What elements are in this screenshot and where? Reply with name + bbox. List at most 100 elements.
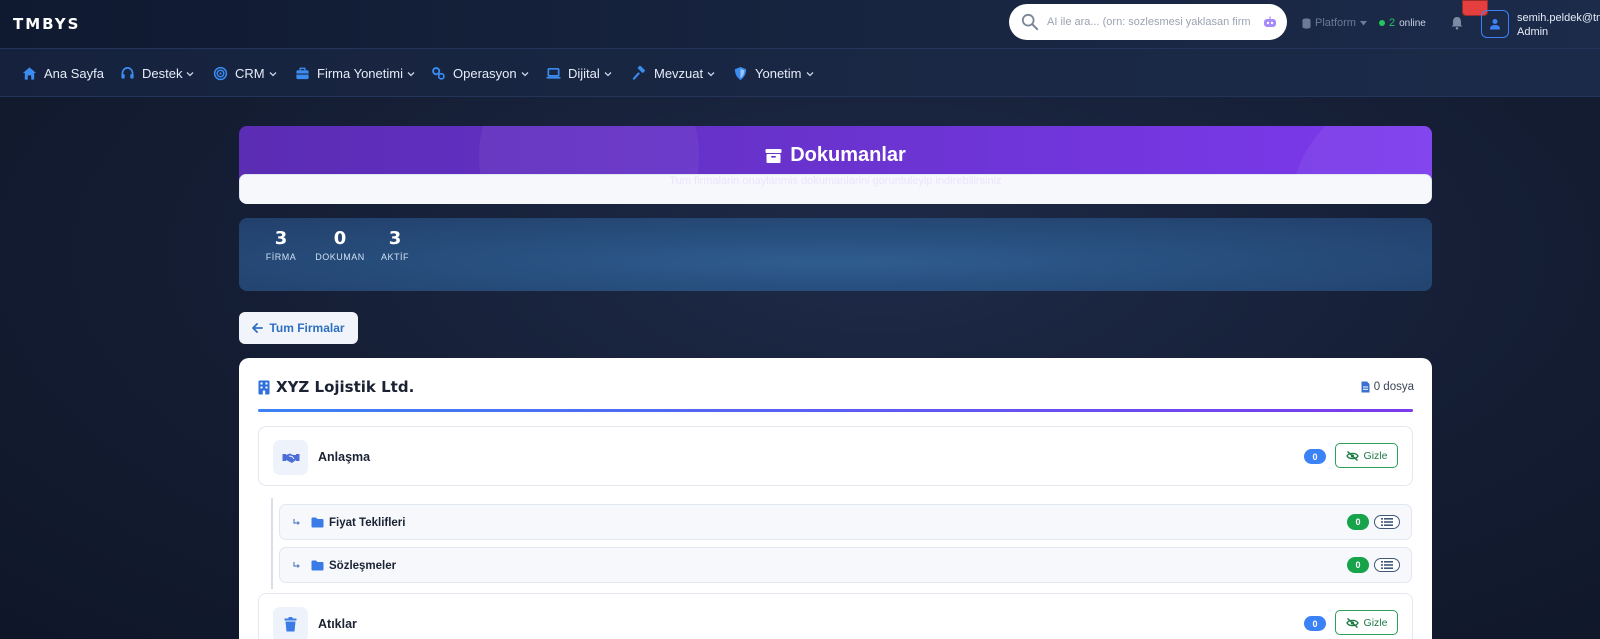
stat-dokuman: 0 DOKUMAN — [314, 228, 366, 262]
folder-name: Anlaşma — [318, 450, 371, 464]
folder-icon — [311, 560, 324, 571]
robot-icon[interactable] — [1263, 16, 1277, 28]
level-down-arrow-icon — [293, 519, 300, 525]
page-title: Dokumanlar — [239, 144, 1432, 167]
nav-item-mevzuat[interactable]: Mevzuat — [632, 66, 715, 81]
list-view-button[interactable] — [1374, 515, 1400, 529]
subfolder-row-sozlesmeler[interactable]: Sözleşmeler 0 — [279, 547, 1412, 583]
building-icon — [258, 380, 270, 394]
chevron-down-icon — [604, 71, 612, 76]
stat-label: DOKUMAN — [315, 252, 365, 262]
folder-row-anlasma[interactable]: Anlaşma 0 Gizle — [258, 426, 1413, 486]
nav-item-operasyon[interactable]: Operasyon — [431, 66, 529, 81]
brand-logo[interactable]: TMBYS — [13, 15, 80, 33]
back-button-label: Tum Firmalar — [269, 321, 345, 335]
online-count: 2 — [1389, 17, 1396, 29]
stat-value: 3 — [388, 228, 402, 249]
stat-value: 0 — [333, 228, 347, 249]
nav-item-yonetim[interactable]: Yonetim — [733, 66, 814, 81]
shield-icon — [734, 66, 747, 81]
platform-menu[interactable]: Platform — [1302, 17, 1367, 29]
status-dot-icon — [1379, 20, 1385, 26]
search-input[interactable] — [1047, 16, 1263, 28]
subfolder-name: Fiyat Teklifleri — [329, 517, 406, 529]
nav-item-destek[interactable]: Destek — [120, 66, 194, 81]
arrow-left-icon — [252, 323, 264, 333]
subfolder-tree-line — [271, 498, 273, 589]
nav-item-crm[interactable]: CRM — [213, 66, 277, 81]
chevron-down-icon — [187, 71, 194, 76]
folder-count-badge: 0 — [1304, 449, 1326, 464]
online-indicator: 2 online — [1379, 17, 1426, 29]
nav-label: Dijital — [568, 66, 600, 81]
briefcase-icon — [296, 67, 309, 80]
ai-search-box[interactable] — [1009, 4, 1287, 40]
subfolder-row-fiyat-teklifleri[interactable]: Fiyat Teklifleri 0 — [279, 504, 1412, 540]
subfolder-count-badge: 0 — [1347, 514, 1369, 530]
list-icon — [1381, 561, 1393, 569]
stat-value: 3 — [274, 228, 288, 249]
nav-label: CRM — [235, 66, 265, 81]
folder-row-atiklar[interactable]: Atıklar 0 Gizle — [258, 593, 1413, 639]
user-role: Admin — [1517, 26, 1549, 38]
user-info[interactable]: semih.peldek@tm Admin — [1517, 11, 1600, 39]
platform-label: Platform — [1315, 17, 1356, 29]
folder-icon-box — [273, 607, 308, 639]
laptop-icon — [546, 67, 561, 79]
level-down-arrow-icon — [293, 562, 300, 568]
back-to-all-companies-button[interactable]: Tum Firmalar — [239, 312, 358, 344]
folder-count-badge: 0 — [1304, 616, 1326, 631]
bell-icon[interactable] — [1450, 16, 1464, 30]
stat-firma: 3 FİRMA — [263, 228, 299, 262]
avatar[interactable] — [1481, 10, 1509, 38]
hide-button-label: Gizle — [1363, 616, 1388, 629]
subfolder-name: Sözleşmeler — [329, 560, 397, 572]
handshake-icon — [282, 453, 299, 463]
file-icon — [1361, 381, 1370, 393]
archive-icon — [765, 148, 782, 163]
trash-icon — [284, 617, 297, 632]
nav-item-firma-yonetimi[interactable]: Firma Yonetimi — [295, 66, 415, 81]
main-navigation: Ana Sayfa Destek CRM Firma Yonetimi Oper… — [0, 48, 1600, 97]
search-icon — [1021, 13, 1039, 31]
nav-label: Yonetim — [755, 66, 802, 81]
hide-folder-button[interactable]: Gizle — [1335, 610, 1398, 635]
chevron-down-icon — [806, 71, 813, 76]
folder-name: Atıklar — [318, 617, 357, 631]
nav-label: Destek — [142, 66, 183, 81]
online-label: online — [1399, 17, 1426, 29]
caret-down-icon — [1359, 20, 1367, 25]
stat-label: AKTİF — [380, 252, 409, 262]
stat-label: FİRMA — [265, 252, 297, 262]
chevron-down-icon — [269, 71, 277, 76]
nav-item-ana-sayfa[interactable]: Ana Sayfa — [22, 66, 104, 81]
nav-label: Operasyon — [453, 66, 517, 81]
home-icon — [22, 67, 37, 80]
headset-icon — [121, 67, 134, 79]
eye-slash-icon — [1345, 450, 1359, 461]
company-name: XYZ Lojistik Ltd. — [276, 378, 415, 396]
list-view-button[interactable] — [1374, 558, 1400, 572]
nav-label: Ana Sayfa — [44, 66, 104, 81]
stats-panel: 3 FİRMA 0 DOKUMAN 3 AKTİF — [239, 218, 1432, 291]
page-header-banner: Dokumanlar Tum firmalarin onaylanmis dok… — [239, 126, 1432, 204]
nav-label: Mevzuat — [654, 66, 704, 81]
user-icon — [1490, 19, 1500, 30]
page-subtitle: Tum firmalarin onaylanmis dokumanlarini … — [239, 174, 1432, 204]
hide-folder-button[interactable]: Gizle — [1335, 443, 1398, 468]
list-icon — [1381, 518, 1393, 526]
page-title-text: Dokumanlar — [790, 144, 906, 166]
hide-button-label: Gizle — [1363, 449, 1388, 462]
chevron-down-icon — [407, 71, 415, 76]
database-icon — [1302, 17, 1311, 29]
company-header: XYZ Lojistik Ltd. — [258, 378, 414, 396]
eye-slash-icon — [1345, 617, 1359, 628]
user-email: semih.peldek@tm — [1517, 12, 1600, 24]
gavel-icon — [632, 66, 645, 80]
target-icon — [213, 66, 228, 81]
chevron-down-icon — [521, 71, 529, 76]
chevron-down-icon — [707, 71, 715, 76]
nav-item-dijital[interactable]: Dijital — [546, 66, 612, 81]
header-divider — [258, 409, 1413, 412]
subfolder-count-badge: 0 — [1347, 557, 1369, 573]
